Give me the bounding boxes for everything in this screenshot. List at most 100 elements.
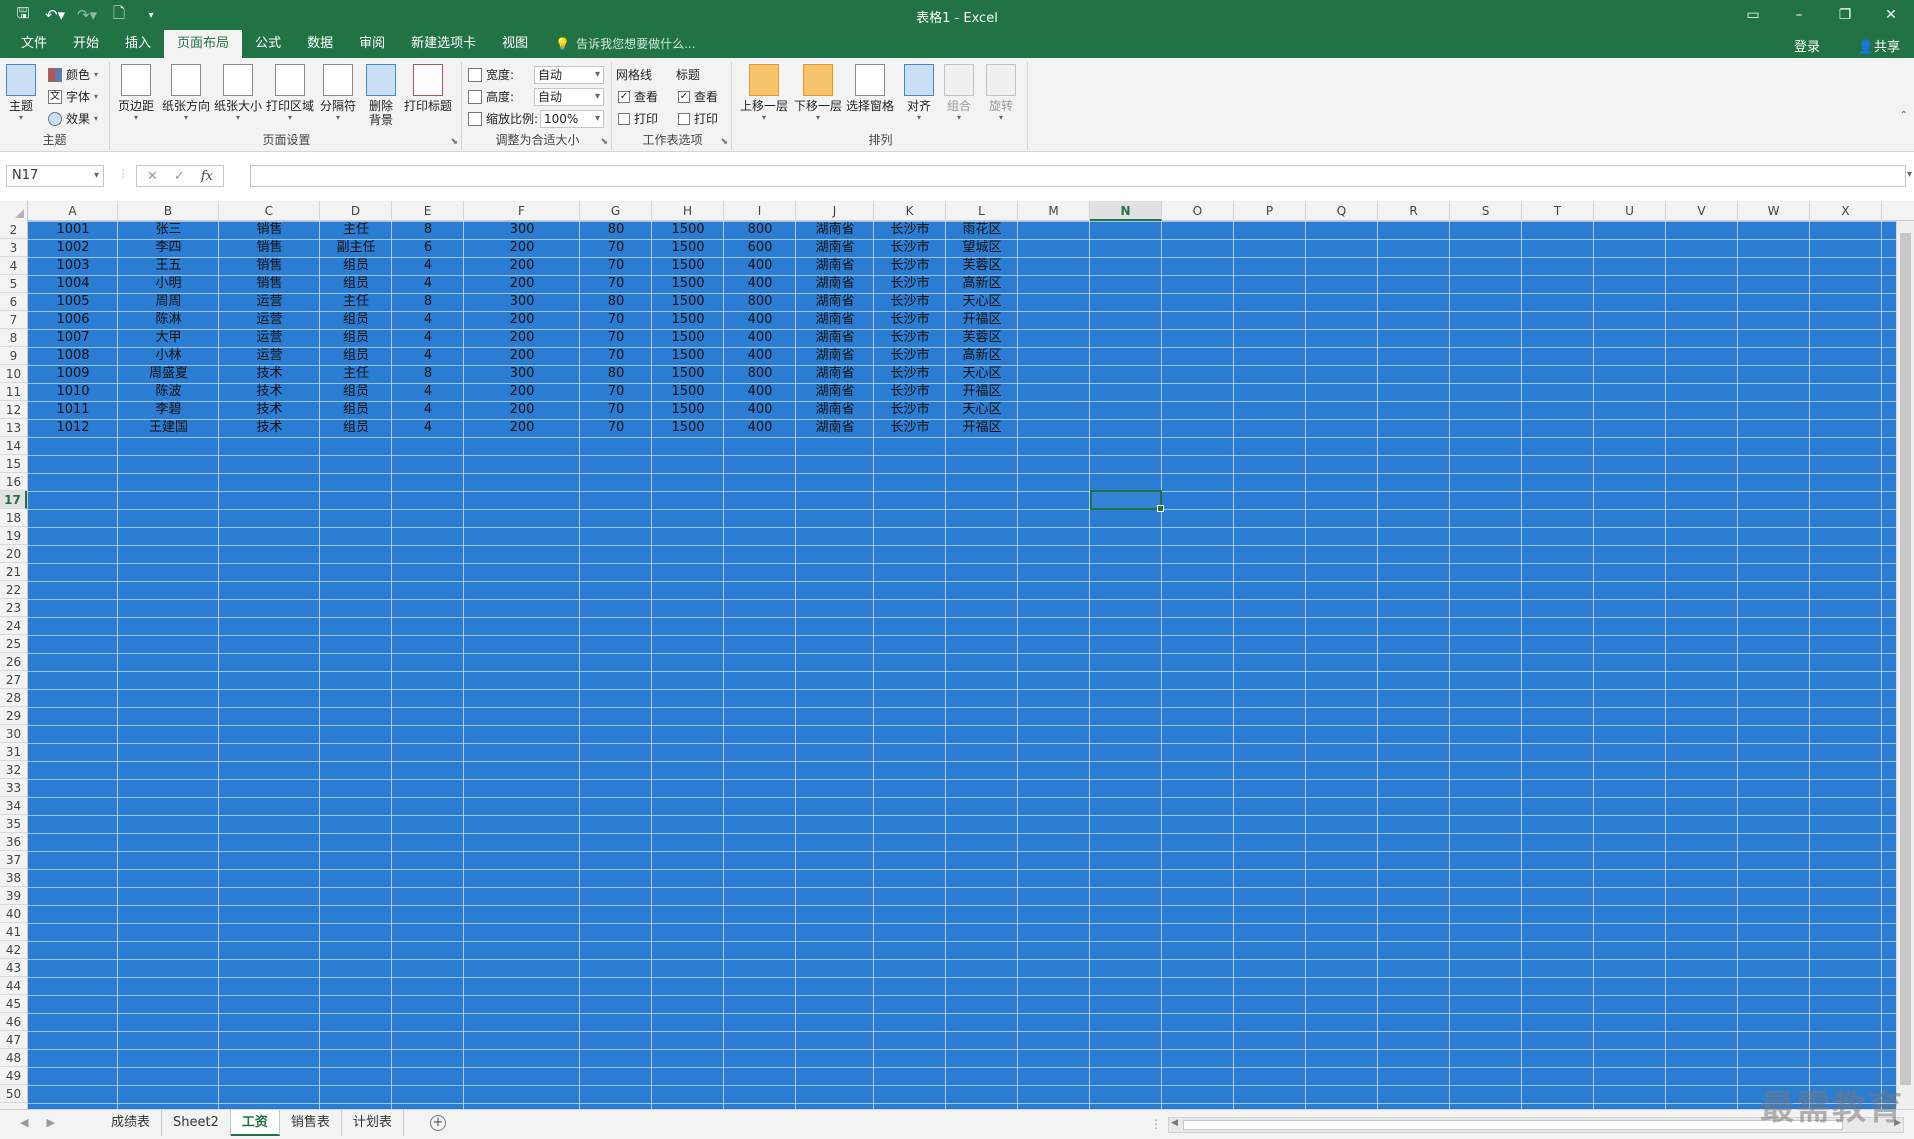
cell[interactable]: 高新区 [946, 347, 1018, 365]
cell[interactable]: 80 [580, 293, 652, 311]
cell[interactable]: 70 [580, 311, 652, 329]
rotate-button[interactable]: 旋转 ▾ [986, 64, 1016, 122]
cell[interactable]: 王五 [118, 257, 219, 275]
cell[interactable]: 副主任 [320, 239, 392, 257]
cell[interactable]: 70 [580, 275, 652, 293]
cell[interactable]: 长沙市 [874, 311, 946, 329]
column-header-U[interactable]: U [1594, 201, 1666, 221]
cell[interactable]: 1500 [652, 419, 724, 437]
row-header[interactable]: 37 [0, 851, 27, 869]
tab-7[interactable]: 新建选项卡 [398, 30, 489, 58]
margins-button[interactable]: 页边距 ▾ [118, 64, 154, 122]
cell[interactable]: 湖南省 [796, 257, 874, 275]
cell[interactable]: 雨花区 [946, 221, 1018, 239]
page-setup-launcher-icon[interactable]: ⬊ [450, 137, 458, 147]
cell[interactable]: 400 [724, 347, 796, 365]
row-header[interactable]: 32 [0, 761, 27, 779]
cell[interactable]: 4 [392, 311, 464, 329]
cell[interactable]: 70 [580, 329, 652, 347]
tab-0[interactable]: 文件 [8, 30, 60, 58]
cell[interactable]: 长沙市 [874, 221, 946, 239]
tab-6[interactable]: 审阅 [346, 30, 398, 58]
row-header[interactable]: 4 [0, 257, 27, 275]
row-header[interactable]: 36 [0, 833, 27, 851]
bring-forward-button[interactable]: 上移一层 ▾ [740, 64, 788, 122]
theme-colors-button[interactable]: 颜色 ▾ [48, 66, 98, 83]
prev-sheet-icon[interactable]: ◀ [20, 1116, 28, 1129]
column-header-E[interactable]: E [392, 201, 464, 221]
row-header[interactable]: 20 [0, 545, 27, 563]
row-header[interactable]: 29 [0, 707, 27, 725]
cell[interactable]: 1005 [28, 293, 118, 311]
size-button[interactable]: 纸张大小 ▾ [214, 64, 262, 122]
cell[interactable]: 天心区 [946, 293, 1018, 311]
row-header[interactable]: 30 [0, 725, 27, 743]
cell[interactable]: 湖南省 [796, 383, 874, 401]
column-header-K[interactable]: K [874, 201, 946, 221]
cell[interactable]: 陈淋 [118, 311, 219, 329]
cell[interactable]: 陈波 [118, 383, 219, 401]
cell[interactable]: 400 [724, 383, 796, 401]
cell[interactable]: 200 [464, 257, 580, 275]
row-header[interactable]: 26 [0, 653, 27, 671]
row-header[interactable]: 41 [0, 923, 27, 941]
row-header[interactable]: 12 [0, 401, 27, 419]
vertical-scrollbar[interactable] [1896, 221, 1914, 1109]
select-all-button[interactable] [0, 201, 28, 221]
cell[interactable]: 4 [392, 419, 464, 437]
cell[interactable]: 长沙市 [874, 383, 946, 401]
row-header[interactable]: 22 [0, 581, 27, 599]
cell[interactable]: 1500 [652, 257, 724, 275]
cell[interactable]: 1007 [28, 329, 118, 347]
row-header[interactable]: 10 [0, 365, 27, 383]
formula-input[interactable] [250, 165, 1906, 187]
row-header[interactable]: 40 [0, 905, 27, 923]
cell[interactable]: 小林 [118, 347, 219, 365]
cell[interactable]: 1011 [28, 401, 118, 419]
tab-5[interactable]: 数据 [294, 30, 346, 58]
cancel-icon[interactable]: ✕ [147, 169, 158, 184]
cell[interactable]: 1500 [652, 293, 724, 311]
column-header-R[interactable]: R [1378, 201, 1450, 221]
cell[interactable]: 1008 [28, 347, 118, 365]
gridlines-print-checkbox[interactable]: 打印 [618, 110, 658, 127]
cell[interactable]: 销售 [219, 221, 320, 239]
row-header[interactable]: 39 [0, 887, 27, 905]
row-header[interactable]: 27 [0, 671, 27, 689]
print-titles-button[interactable]: 打印标题 [404, 64, 452, 113]
column-header-S[interactable]: S [1450, 201, 1522, 221]
cell[interactable]: 1004 [28, 275, 118, 293]
orientation-button[interactable]: 纸张方向 ▾ [162, 64, 210, 122]
theme-effects-button[interactable]: 效果 ▾ [48, 110, 98, 127]
row-header[interactable]: 15 [0, 455, 27, 473]
cell[interactable]: 4 [392, 275, 464, 293]
cell[interactable]: 4 [392, 329, 464, 347]
tab-4[interactable]: 公式 [242, 30, 294, 58]
cell[interactable]: 组员 [320, 275, 392, 293]
share-button[interactable]: 👤共享 [1858, 36, 1900, 55]
cell[interactable]: 运营 [219, 329, 320, 347]
tab-8[interactable]: 视图 [489, 30, 541, 58]
cell[interactable]: 长沙市 [874, 419, 946, 437]
row-header[interactable]: 49 [0, 1067, 27, 1085]
row-header[interactable]: 2 [0, 221, 27, 239]
cell[interactable]: 8 [392, 221, 464, 239]
cell[interactable]: 200 [464, 419, 580, 437]
cell[interactable]: 湖南省 [796, 419, 874, 437]
sheet-tab-2[interactable]: 工资 [230, 1110, 280, 1136]
cell[interactable]: 长沙市 [874, 293, 946, 311]
expand-formula-bar-icon[interactable]: ▾ [1907, 169, 1912, 180]
sign-in-link[interactable]: 登录 [1794, 36, 1820, 55]
cell[interactable]: 1012 [28, 419, 118, 437]
cell[interactable]: 1002 [28, 239, 118, 257]
cell[interactable]: 组员 [320, 383, 392, 401]
cell[interactable]: 长沙市 [874, 275, 946, 293]
horizontal-scroll-thumb[interactable] [1183, 1120, 1843, 1130]
cell[interactable]: 70 [580, 419, 652, 437]
cell[interactable]: 湖南省 [796, 239, 874, 257]
width-combo[interactable]: 自动 [534, 66, 604, 84]
cell[interactable]: 1500 [652, 401, 724, 419]
restore-button[interactable]: ❐ [1822, 0, 1868, 30]
headings-print-checkbox[interactable]: 打印 [678, 110, 718, 127]
cell[interactable]: 长沙市 [874, 239, 946, 257]
